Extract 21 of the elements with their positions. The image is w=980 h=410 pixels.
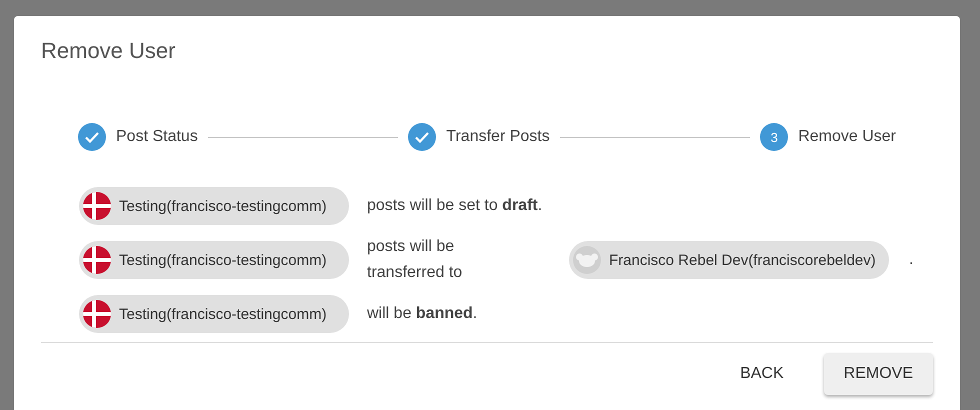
mascot-avatar-icon — [573, 246, 601, 274]
message-text: will be banned. — [367, 304, 478, 324]
check-icon — [78, 123, 106, 151]
flag-icon — [83, 300, 111, 328]
dialog-title: Remove User — [41, 38, 176, 64]
remove-button[interactable]: REMOVE — [824, 353, 933, 395]
back-button[interactable]: BACK — [720, 353, 804, 395]
message-text: posts will be set to draft. — [367, 196, 542, 216]
step: Transfer Posts — [408, 123, 550, 151]
flag-icon — [83, 192, 111, 220]
period-text: . — [909, 251, 914, 269]
message-text: posts will be transferred to — [367, 237, 464, 283]
flag-icon — [83, 246, 111, 274]
user-chip[interactable]: Testing(francisco-testingcomm) — [79, 187, 349, 225]
user-chip[interactable]: Testing(francisco-testingcomm) — [79, 241, 349, 279]
user-chip[interactable]: Francisco Rebel Dev(franciscorebeldev) — [569, 241, 889, 279]
step: 3 Remove User — [760, 123, 896, 151]
step-number: 3 — [760, 123, 788, 151]
user-chip[interactable]: Testing(francisco-testingcomm) — [79, 295, 349, 333]
check-icon — [408, 123, 436, 151]
step: Post Status — [78, 123, 198, 151]
